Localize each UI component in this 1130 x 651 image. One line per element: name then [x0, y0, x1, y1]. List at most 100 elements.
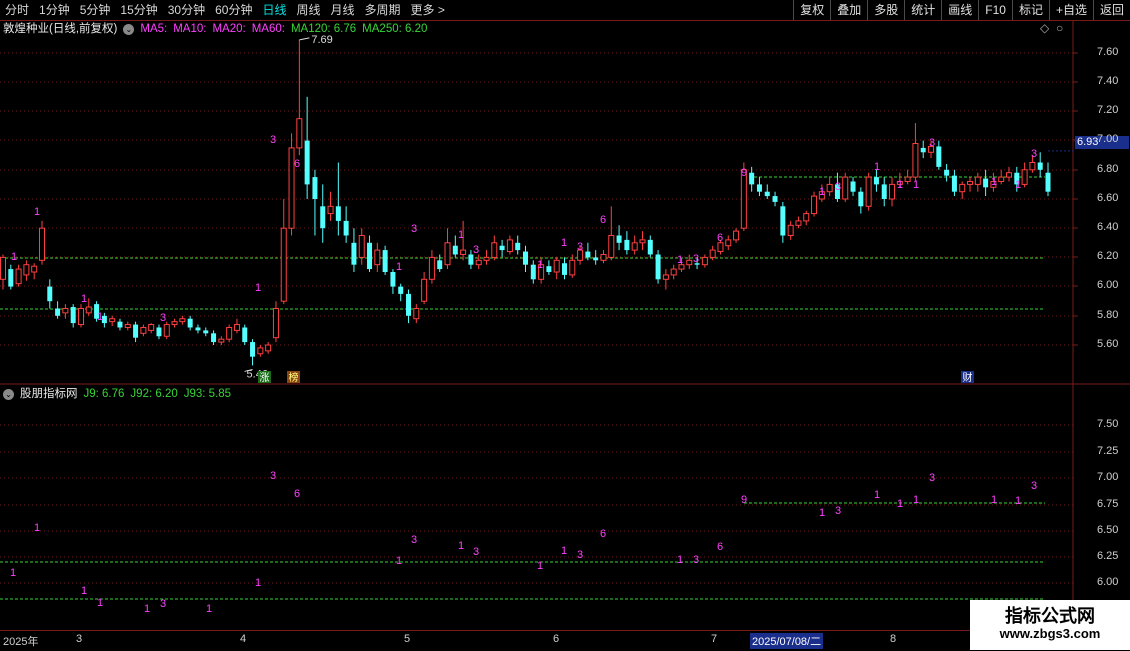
candle-body — [233, 324, 240, 331]
cai-marker: 财 — [963, 371, 973, 384]
candle-body — [983, 178, 989, 188]
candle-body — [272, 308, 279, 339]
candle-body — [0, 256, 6, 280]
signal-number: 1 — [537, 259, 543, 271]
signal-number: 1 — [1015, 179, 1021, 191]
candle-body — [600, 253, 607, 261]
indicator-signal-number: 1 — [144, 603, 150, 615]
candle-body — [717, 242, 724, 253]
candle-body — [585, 251, 591, 258]
candle-body — [421, 278, 428, 302]
bang-marker: 榜 — [289, 371, 299, 384]
signal-number: 3 — [693, 253, 699, 265]
candle-body — [483, 256, 490, 261]
candle-body — [382, 250, 388, 272]
logo-url: www.zbgs3.com — [999, 626, 1101, 641]
signal-number: 1 — [458, 229, 464, 241]
signal-number: 1 — [11, 251, 17, 263]
candle-body — [499, 245, 505, 251]
candle-body — [733, 230, 740, 241]
signal-number: 9 — [741, 167, 747, 179]
candle-body — [218, 338, 225, 343]
candle-body — [38, 227, 45, 261]
candle-body — [639, 239, 646, 244]
candle-body — [624, 239, 630, 251]
signal-number: 1 — [561, 237, 567, 249]
candle-body — [764, 191, 770, 197]
signal-number: 1 — [97, 311, 103, 323]
candle-body — [912, 143, 919, 178]
candle-body — [506, 239, 513, 253]
candle-body — [686, 259, 693, 266]
signal-number: 1 — [81, 293, 87, 305]
candle-body — [374, 249, 381, 266]
candle-body — [608, 235, 615, 258]
indicator-signal-number: 9 — [741, 494, 747, 506]
indicator-tick: 7.25 — [1097, 445, 1119, 457]
candle-body — [967, 180, 974, 185]
date-tick: 3 — [76, 633, 83, 645]
indicator-signal-number: 1 — [396, 555, 402, 567]
watermark-logo: 指标公式网 www.zbgs3.com — [970, 600, 1130, 650]
candle-body — [951, 175, 957, 192]
candle-body — [70, 307, 76, 324]
candle-body — [398, 286, 404, 294]
candle-body — [312, 177, 318, 199]
candle-body — [468, 254, 474, 265]
candle-body — [944, 169, 950, 176]
candle-body — [460, 249, 467, 255]
candle-body — [850, 181, 856, 192]
candle-body — [959, 183, 966, 193]
candle-body — [444, 242, 451, 266]
signal-number: 1 — [677, 254, 683, 266]
candle-body — [367, 242, 373, 270]
kline-chart[interactable]: 7.695.46111 31363 131 11 361 3691 311 131 131111… — [0, 0, 1130, 650]
candle-body — [780, 206, 786, 236]
date-tick: 6 — [553, 633, 560, 645]
candle-body — [15, 268, 22, 285]
indicator-signal-number: 1 — [458, 540, 464, 552]
candle-body — [226, 326, 233, 340]
candle-body — [616, 235, 622, 243]
candle-body — [358, 235, 365, 258]
candle-body — [140, 326, 147, 334]
candle-body — [920, 147, 926, 153]
candle-body — [803, 213, 810, 222]
candle-body — [1021, 169, 1028, 185]
price-tick: 5.60 — [1097, 338, 1119, 350]
candle-body — [109, 318, 116, 323]
zhang-marker: 涨 — [260, 372, 270, 384]
date-tick: 7 — [711, 633, 718, 645]
candle-body — [546, 266, 552, 272]
date-tick: 2025年 — [3, 636, 39, 648]
indicator-signal-number: 1 — [10, 567, 16, 579]
candle-body — [117, 321, 123, 328]
indicator-tick: 6.00 — [1097, 576, 1119, 588]
candle-body — [826, 183, 833, 193]
candle-body — [195, 327, 201, 331]
candle-body — [904, 176, 911, 182]
indicator-signal-number: 3 — [693, 554, 699, 566]
candle-body — [163, 324, 170, 337]
candle-body — [211, 333, 217, 343]
candle-body — [242, 327, 248, 343]
signal-number: 1 — [34, 206, 40, 218]
candle-body — [428, 256, 435, 280]
candle-body — [1006, 172, 1013, 178]
signal-number: 1 — [897, 179, 903, 191]
candle-body — [881, 184, 887, 199]
indicator-signal-number: 3 — [1031, 480, 1037, 492]
candle-body — [203, 330, 209, 334]
candle-body — [795, 220, 802, 226]
indicator-tick: 6.75 — [1097, 498, 1119, 510]
high-marker-line — [299, 37, 310, 41]
signal-number: 6 — [717, 232, 723, 244]
indicator-signal-number: 3 — [160, 598, 166, 610]
candle-body — [343, 220, 349, 236]
logo-title: 指标公式网 — [1005, 606, 1095, 626]
candle-body — [889, 183, 896, 200]
price-tick: 5.80 — [1097, 309, 1119, 321]
indicator-tick: 7.00 — [1097, 471, 1119, 483]
indicator-signal-number: 3 — [270, 470, 276, 482]
candle-body — [124, 324, 131, 328]
